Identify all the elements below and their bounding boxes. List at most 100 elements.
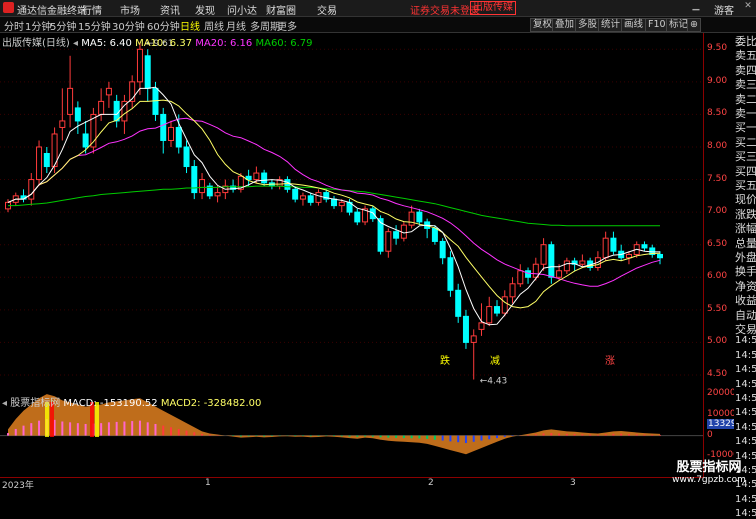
candle-body xyxy=(439,240,446,259)
candle-body xyxy=(556,270,563,278)
signal-label: 涨 xyxy=(605,355,615,367)
period-tab[interactable]: 月线 xyxy=(226,18,246,33)
candle-body xyxy=(175,126,182,148)
candle-body xyxy=(625,253,632,259)
candle-body xyxy=(478,322,485,330)
candle-body xyxy=(400,224,407,239)
period-tab[interactable]: 多周期 xyxy=(250,18,280,33)
sidebar-item[interactable]: 14:56 xyxy=(735,422,756,433)
chart-scroll-icon[interactable]: ◂ xyxy=(73,38,78,49)
toolbar-button[interactable]: ⊕ xyxy=(687,18,701,32)
price-tick: 7.00 xyxy=(707,206,728,217)
toolbar-button[interactable]: 画线 xyxy=(621,18,647,32)
candle-body xyxy=(517,270,524,285)
candle-body xyxy=(168,126,174,141)
candle-body xyxy=(253,172,260,181)
menu-item[interactable]: 资讯 xyxy=(160,2,180,17)
price-tick: 9.50 xyxy=(707,43,728,54)
period-tab[interactable]: 15分钟 xyxy=(78,18,111,33)
price-tick: 8.50 xyxy=(707,108,728,119)
period-tab[interactable]: 分时 xyxy=(4,18,24,33)
quote-sidebar: 委比 卖五 卖四 卖三 卖二 卖一 买一 买二 买三 买四 买五 现价 涨跌 涨幅 总量 外盘 换手 净资 收益 自动… xyxy=(734,33,756,519)
menu-item[interactable]: 财富圈 xyxy=(266,2,296,17)
candle-body xyxy=(160,113,167,141)
toolbar-button[interactable]: 叠加 xyxy=(552,18,578,32)
period-tab[interactable]: 日线 xyxy=(180,18,200,33)
candle-body xyxy=(113,100,120,122)
signal-label: 跌 xyxy=(440,354,450,367)
sidebar-item[interactable]: 14:56 xyxy=(735,436,756,447)
candle-body xyxy=(563,260,570,272)
candle-body xyxy=(447,257,454,291)
candle-body xyxy=(144,55,151,89)
candlestick-panel[interactable]: ←9.61 ←4.43 跌减涨 xyxy=(0,33,703,388)
macd-tick: 20000 xyxy=(707,388,736,399)
macd2-value: MACD2: -328482.00 xyxy=(160,398,262,409)
sidebar-item[interactable]: 14:56 xyxy=(735,508,756,519)
candle-body xyxy=(540,244,547,265)
candle-body xyxy=(369,208,376,220)
candle-body xyxy=(385,231,392,252)
time-tick: 2023年 xyxy=(2,481,34,491)
candle-body xyxy=(470,335,477,343)
candle-body xyxy=(183,146,190,168)
candle-body xyxy=(67,87,74,115)
period-tab[interactable]: 周线 xyxy=(204,18,224,33)
sidebar-item[interactable]: 14:56 xyxy=(735,379,756,390)
candle-body xyxy=(331,198,337,207)
macd-value: MACD: -153190.52 xyxy=(63,398,158,409)
watermark: 股票指标网 www.7gpzb.com xyxy=(662,456,756,487)
candle-body xyxy=(98,100,105,115)
candle-body xyxy=(431,227,438,242)
price-tick: 5.50 xyxy=(707,303,728,314)
candle-body xyxy=(657,253,663,259)
toolbar-button[interactable]: 统计 xyxy=(598,18,624,32)
period-tab[interactable]: 5分钟 xyxy=(50,18,76,33)
candle-body xyxy=(579,260,586,265)
menu-item[interactable]: 行情 xyxy=(82,2,102,17)
candle-body xyxy=(299,195,306,200)
sidebar-item[interactable]: 14:56 xyxy=(735,494,756,505)
time-axis: 2023年 1 2 3 xyxy=(0,477,703,491)
stock-name-badge[interactable]: 出版传媒 xyxy=(470,1,516,15)
candle-body xyxy=(261,172,268,184)
candle-body xyxy=(74,107,81,122)
minimize-icon[interactable]: ▁ xyxy=(690,1,702,13)
guest-label[interactable]: 游客 xyxy=(714,2,734,17)
period-tab[interactable]: 1分钟 xyxy=(25,18,51,33)
sidebar-item[interactable]: 14:56 xyxy=(735,335,756,346)
price-axis: 9.50 9.00 8.50 8.00 7.50 7.00 6.50 6.00 5.50 5.00… xyxy=(703,33,739,477)
candle-body xyxy=(354,211,361,223)
period-tab[interactable]: 更多 xyxy=(277,18,297,33)
price-tick: 8.00 xyxy=(707,140,728,151)
period-tab[interactable]: 60分钟 xyxy=(147,18,180,33)
candle-body xyxy=(494,306,500,314)
sidebar-item[interactable]: 14:56 xyxy=(735,407,756,418)
candle-body xyxy=(105,87,112,96)
signal-label: 减 xyxy=(490,355,500,367)
candle-body xyxy=(36,146,43,181)
main-chart-title: 出版传媒(日线) ◂ MA5: 6.40 MA10: 6.37 MA20: 6.… xyxy=(2,34,312,49)
ma10-label: MA10: 6.37 xyxy=(135,38,193,49)
close-icon[interactable]: ✕ xyxy=(742,1,754,13)
candle-body xyxy=(486,306,493,324)
candle-body xyxy=(199,179,206,194)
chart-stock-label: 出版传媒(日线) xyxy=(2,38,70,49)
period-tab[interactable]: 30分钟 xyxy=(112,18,145,33)
toolbar-button[interactable]: 多股 xyxy=(575,18,601,32)
candle-body xyxy=(416,211,423,223)
indicator-name: 股票指标网 xyxy=(10,398,61,409)
sidebar-item[interactable]: 14:56 xyxy=(735,393,756,404)
menu-item[interactable]: 市场 xyxy=(120,2,140,17)
sidebar-item[interactable]: 14:56 xyxy=(735,350,756,361)
menu-item[interactable]: 问小达 xyxy=(227,2,257,17)
sidebar-item[interactable]: 14:56 xyxy=(735,364,756,375)
menu-item[interactable]: 发现 xyxy=(195,2,215,17)
menu-item[interactable]: 交易 xyxy=(317,2,337,17)
candle-body xyxy=(455,289,462,317)
macd-indicator-icon[interactable]: ◂ xyxy=(2,398,7,409)
candle-body xyxy=(307,195,314,203)
candle-body xyxy=(152,87,159,115)
price-tick: 7.50 xyxy=(707,173,728,184)
price-tick: 5.00 xyxy=(707,336,728,347)
